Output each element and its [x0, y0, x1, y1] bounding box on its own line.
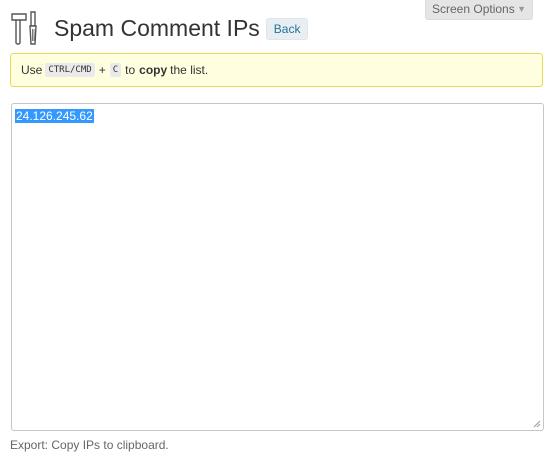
notice-to: to — [125, 63, 136, 77]
ip-list-textarea[interactable]: 24.126.245.62 — [11, 103, 544, 431]
kbd-c: C — [109, 63, 122, 77]
page-title: Spam Comment IPs — [54, 15, 260, 41]
kbd-ctrl-cmd: CTRL/CMD — [45, 63, 95, 77]
chevron-down-icon: ▼ — [517, 4, 526, 14]
notice-plus: + — [98, 63, 106, 77]
export-note: Export: Copy IPs to clipboard. — [10, 438, 169, 452]
screen-options-label: Screen Options — [432, 2, 515, 16]
notice-prefix: Use — [21, 63, 43, 77]
back-button[interactable]: Back — [265, 18, 309, 40]
screen-options-button[interactable]: Screen Options ▼ — [425, 0, 533, 20]
page-header: Spam Comment IPs Back — [10, 10, 309, 46]
copy-notice: Use CTRL/CMD + C to copy the list. — [10, 53, 543, 87]
tools-icon — [11, 11, 37, 45]
notice-suffix: the list. — [170, 63, 209, 77]
ip-list-selected-text: 24.126.245.62 — [15, 109, 94, 123]
resize-grip-icon[interactable] — [533, 420, 541, 428]
notice-copy-bold: copy — [139, 63, 168, 77]
page: Screen Options ▼ Spam Comment IPs Back U… — [0, 0, 555, 460]
